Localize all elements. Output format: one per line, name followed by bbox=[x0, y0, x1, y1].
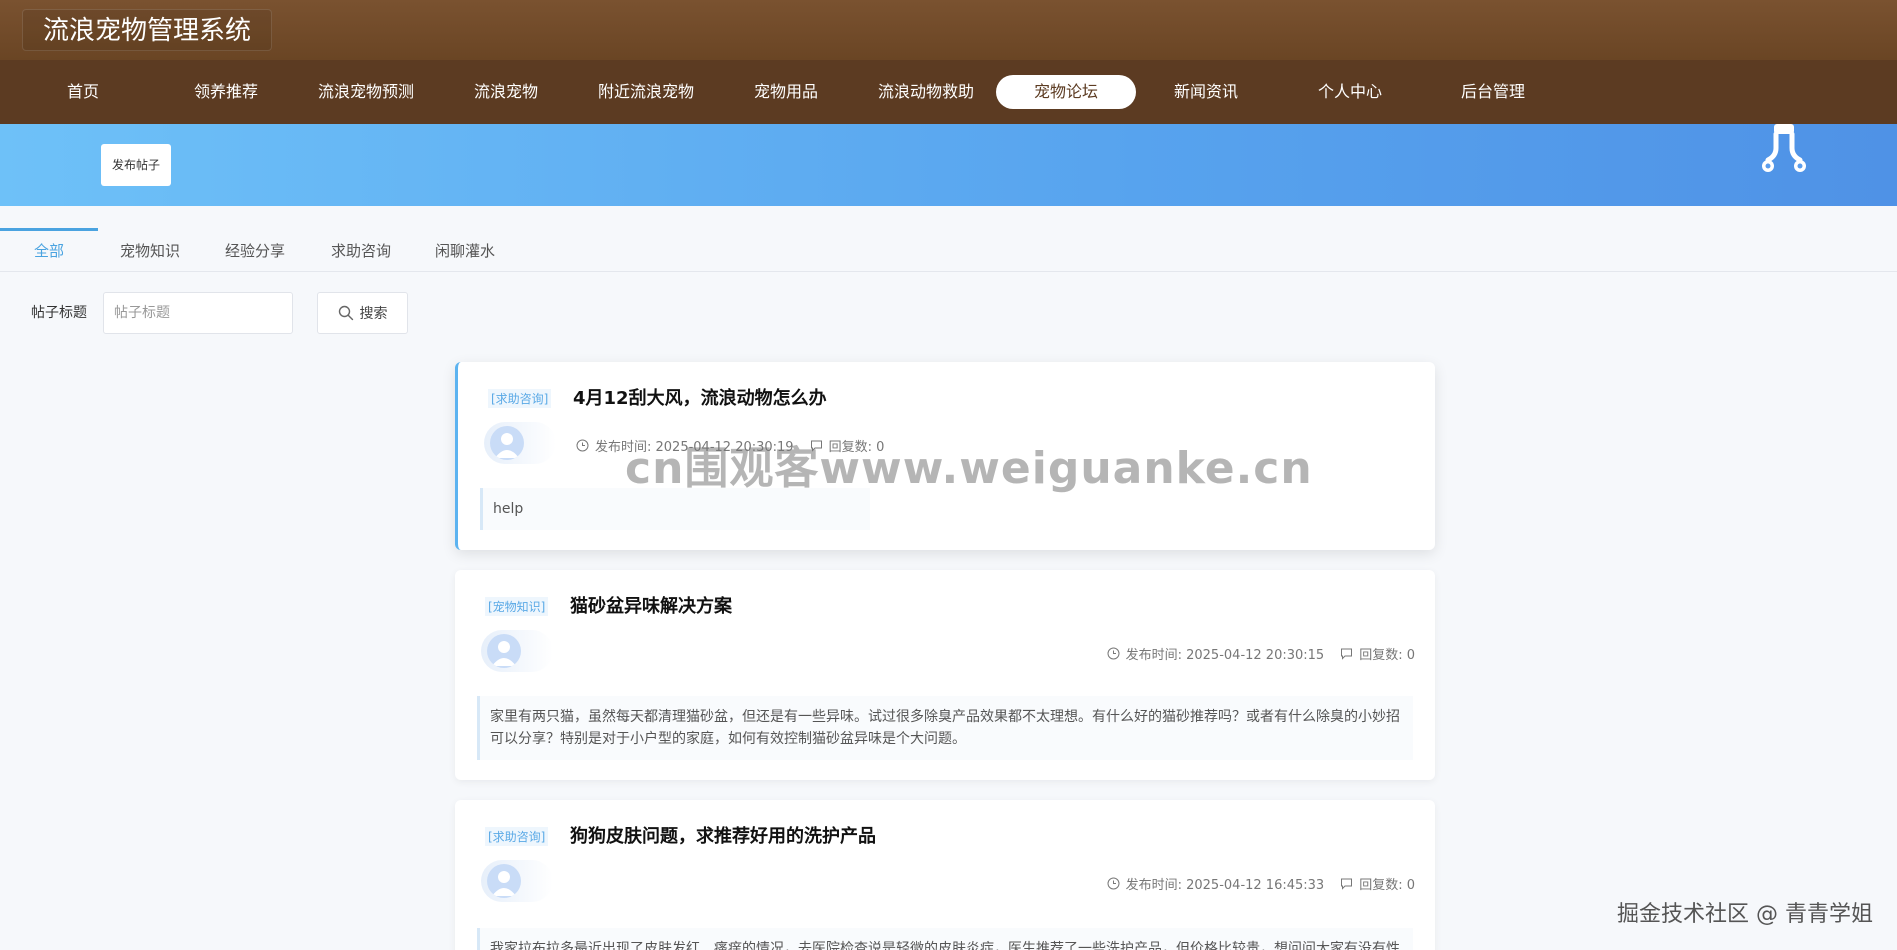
top-header: 流浪宠物管理系统 bbox=[0, 0, 1897, 60]
nav-item-stray-pets[interactable]: 流浪宠物 bbox=[436, 75, 576, 109]
tab-help[interactable]: 求助咨询 bbox=[321, 228, 401, 272]
tab-experience[interactable]: 经验分享 bbox=[215, 228, 295, 272]
avatar bbox=[490, 426, 524, 460]
forum-banner: 发布帖子 bbox=[0, 124, 1897, 206]
post-card[interactable]: [求助咨询] 狗狗皮肤问题，求推荐好用的洗护产品 发布时间: 2025-04-1… bbox=[455, 800, 1435, 950]
post-excerpt: 我家拉布拉多最近出现了皮肤发红、瘙痒的情况，去医院检查说是轻微的皮肤炎症，医生推… bbox=[477, 928, 1413, 950]
search-icon bbox=[338, 305, 353, 321]
search-button-label: 搜索 bbox=[359, 306, 388, 322]
post-title[interactable]: 4月12刮大风，流浪动物怎么办 bbox=[573, 384, 827, 410]
nav-item-news[interactable]: 新闻资讯 bbox=[1136, 75, 1276, 109]
fork-icon bbox=[1762, 124, 1806, 172]
nav-item-nearby[interactable]: 附近流浪宠物 bbox=[576, 75, 716, 109]
clock-icon bbox=[576, 439, 589, 452]
category-tabs: 全部 宠物知识 经验分享 求助咨询 闲聊灌水 bbox=[0, 228, 1897, 272]
post-category-tag: [宠物知识] bbox=[485, 597, 549, 616]
post-excerpt: 家里有两只猫，虽然每天都清理猫砂盆，但还是有一些异味。试过很多除臭产品效果都不太… bbox=[477, 696, 1413, 760]
app-title: 流浪宠物管理系统 bbox=[22, 9, 273, 51]
nav-item-forum[interactable]: 宠物论坛 bbox=[996, 75, 1136, 109]
nav-item-profile[interactable]: 个人中心 bbox=[1280, 75, 1420, 109]
watermark: cn围观客www.weiguanke.cn bbox=[625, 443, 1313, 494]
tab-pet-knowledge[interactable]: 宠物知识 bbox=[110, 228, 190, 272]
post-meta: 发布时间: 2025-04-12 16:45:33 回复数: 0 bbox=[1107, 874, 1415, 893]
clock-icon bbox=[1107, 877, 1120, 890]
post-publish-time: 发布时间: 2025-04-12 16:45:33 bbox=[1125, 878, 1325, 893]
search-label: 帖子标题 bbox=[31, 305, 87, 321]
post-meta: 发布时间: 2025-04-12 20:30:15 回复数: 0 bbox=[1107, 644, 1415, 663]
post-title-search-input[interactable] bbox=[103, 292, 293, 334]
post-category-tag: [求助咨询] bbox=[485, 827, 549, 846]
nav-item-prediction[interactable]: 流浪宠物预测 bbox=[296, 75, 436, 109]
post-title[interactable]: 狗狗皮肤问题，求推荐好用的洗护产品 bbox=[570, 822, 876, 848]
corner-watermark: 掘金技术社区 @ 青青学姐 bbox=[1617, 902, 1873, 927]
comment-icon bbox=[1341, 878, 1353, 890]
main-nav: 首页 领养推荐 流浪宠物预测 流浪宠物 附近流浪宠物 宠物用品 流浪动物救助 宠… bbox=[0, 60, 1897, 124]
tab-chat[interactable]: 闲聊灌水 bbox=[425, 228, 505, 272]
comment-icon bbox=[1341, 648, 1353, 660]
nav-item-rescue[interactable]: 流浪动物救助 bbox=[856, 75, 996, 109]
post-reply-count: 回复数: 0 bbox=[1359, 648, 1415, 663]
post-reply-count: 回复数: 0 bbox=[1359, 878, 1415, 893]
nav-item-admin[interactable]: 后台管理 bbox=[1423, 75, 1563, 109]
publish-post-button[interactable]: 发布帖子 bbox=[101, 144, 171, 186]
nav-item-adoption[interactable]: 领养推荐 bbox=[156, 75, 296, 109]
post-category-tag: [求助咨询] bbox=[488, 389, 552, 408]
avatar bbox=[487, 864, 521, 898]
clock-icon bbox=[1107, 647, 1120, 660]
post-title[interactable]: 猫砂盆异味解决方案 bbox=[570, 592, 732, 618]
nav-item-supplies[interactable]: 宠物用品 bbox=[716, 75, 856, 109]
search-button[interactable]: 搜索 bbox=[317, 292, 408, 334]
post-publish-time: 发布时间: 2025-04-12 20:30:15 bbox=[1125, 648, 1325, 663]
avatar bbox=[487, 634, 521, 668]
tab-all[interactable]: 全部 bbox=[0, 228, 98, 272]
nav-item-home[interactable]: 首页 bbox=[13, 75, 153, 109]
post-card[interactable]: [宠物知识] 猫砂盆异味解决方案 发布时间: 2025-04-12 20:30:… bbox=[455, 570, 1435, 780]
